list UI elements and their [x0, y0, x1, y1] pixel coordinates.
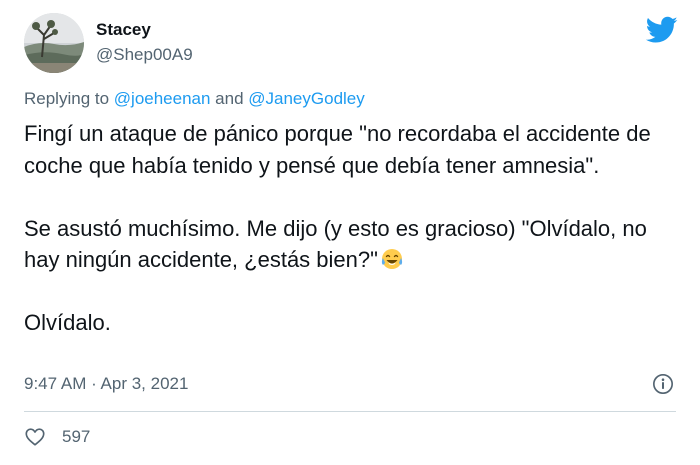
- tweet-card: Stacey @Shep00A9 Replying to @joeheenan …: [0, 0, 700, 465]
- tears-of-joy-emoji: [380, 247, 404, 271]
- tweet-paragraph-3: Olvídalo.: [24, 310, 111, 335]
- tweet-text: Fingí un ataque de pánico porque "no rec…: [24, 118, 674, 339]
- tweet-paragraph-1: Fingí un ataque de pánico porque "no rec…: [24, 121, 651, 178]
- replying-prefix: Replying to: [24, 89, 114, 108]
- twitter-bird-icon[interactable]: [646, 16, 678, 44]
- tweet-paragraph-2-text: Se asustó muchísimo. Me dijo (y esto es …: [24, 215, 647, 273]
- mention-link-1[interactable]: @joeheenan: [114, 89, 211, 108]
- tweet-paragraph-2: Se asustó muchísimo. Me dijo (y esto es …: [24, 213, 674, 276]
- info-icon[interactable]: [652, 373, 674, 395]
- tweet-timestamp[interactable]: 9:47 AM · Apr 3, 2021: [24, 374, 188, 394]
- heart-icon[interactable]: [24, 426, 46, 448]
- landscape-photo-avatar: [24, 13, 84, 73]
- author-display-name[interactable]: Stacey: [96, 20, 151, 40]
- replying-conjunction: and: [210, 89, 249, 108]
- replying-to: Replying to @joeheenan and @JaneyGodley: [24, 89, 365, 109]
- mention-link-2[interactable]: @JaneyGodley: [248, 89, 365, 108]
- like-count: 597: [62, 427, 91, 446]
- author-handle[interactable]: @Shep00A9: [96, 45, 193, 65]
- avatar[interactable]: [24, 13, 84, 73]
- divider: [24, 411, 676, 412]
